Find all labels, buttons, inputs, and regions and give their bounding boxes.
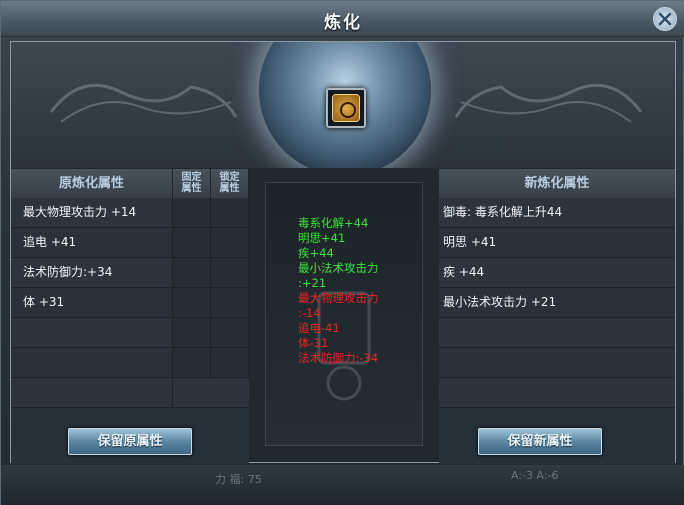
- preview-gain-line: :+21: [298, 276, 327, 290]
- table-row: 明思 +41: [439, 228, 675, 258]
- attribute-cell: [11, 318, 173, 347]
- lock-checkbox[interactable]: [211, 318, 249, 347]
- original-attributes-header: 原炼化属性: [11, 169, 173, 198]
- preview-gain-line: 毒系化解+44: [298, 216, 369, 230]
- preview-loss-line: 法术防御力:-34: [298, 351, 379, 365]
- equipment-item-icon[interactable]: [332, 94, 360, 122]
- fixed-header-line2: 属性: [181, 183, 202, 194]
- original-rows: 最大物理攻击力 +14 追电 +41 法术防御力:+34 体 +31: [11, 198, 249, 464]
- preview-loss-line: 追电-41: [298, 321, 340, 335]
- table-row: 最大物理攻击力 +14: [11, 198, 249, 228]
- background-hint-text: 力 福: 75: [215, 473, 262, 486]
- attribute-cell: 追电 +41: [11, 228, 173, 257]
- keep-original-button[interactable]: 保留原属性: [68, 428, 192, 455]
- table-row: 御毒: 毒系化解上升44: [439, 198, 675, 228]
- window-title: 炼化: [324, 13, 362, 33]
- preview-gain-line: 疾+44: [298, 246, 334, 260]
- close-icon: [658, 12, 672, 26]
- attribute-cell: [11, 378, 173, 407]
- table-row: [11, 348, 249, 378]
- title-bar: 炼化: [1, 1, 684, 37]
- preview-loss-line: 最大物理攻击力: [298, 291, 379, 305]
- fixed-checkbox[interactable]: [173, 258, 211, 287]
- table-row: 法术防御力:+34: [11, 258, 249, 288]
- preview-lines: 毒系化解+44 明思+41 疾+44 最小法术攻击力 :+21 最大物理攻击力 …: [298, 216, 379, 366]
- table-row: 最小法术攻击力 +21: [439, 288, 675, 318]
- lock-checkbox[interactable]: [211, 198, 249, 227]
- fixed-attribute-header: 固定 属性: [173, 169, 211, 198]
- item-slot[interactable]: [326, 88, 366, 128]
- attribute-cell: 体 +31: [11, 288, 173, 317]
- cloud-ornament-icon: [454, 83, 643, 123]
- original-attributes-table: 原炼化属性 固定 属性 锁定 属性 最大物理攻击力 +14 追电 +41 法术防…: [11, 169, 249, 464]
- fixed-checkbox[interactable]: [173, 318, 211, 347]
- lock-checkbox[interactable]: [211, 348, 249, 377]
- content-frame: 原炼化属性 固定 属性 锁定 属性 最大物理攻击力 +14 追电 +41 法术防…: [10, 41, 676, 464]
- preview-gain-line: 明思+41: [298, 231, 346, 245]
- refine-window: 炼化 原炼化属性 固定 属性 锁定 属性 最大物理攻击力 +14 追电 +41 …: [0, 0, 684, 505]
- fixed-checkbox[interactable]: [173, 228, 211, 257]
- preview-gain-line: 最小法术攻击力: [298, 261, 379, 275]
- table-row: [439, 378, 675, 408]
- close-button[interactable]: [653, 7, 677, 31]
- table-row: [11, 318, 249, 348]
- attribute-cell: [11, 348, 173, 377]
- fixed-header-line1: 固定: [181, 172, 202, 183]
- fixed-checkbox[interactable]: [173, 288, 211, 317]
- preview-loss-line: :-14: [298, 306, 321, 320]
- fixed-checkbox[interactable]: [173, 198, 211, 227]
- new-attributes-header: 新炼化属性: [439, 169, 675, 198]
- background-hint-text: A:-3 A:-6: [511, 469, 559, 482]
- refine-preview-panel: 毒系化解+44 明思+41 疾+44 最小法术攻击力 :+21 最大物理攻击力 …: [265, 182, 423, 446]
- lock-attribute-header: 锁定 属性: [211, 169, 249, 198]
- new-rows: 御毒: 毒系化解上升44 明思 +41 疾 +44 最小法术攻击力 +21: [439, 198, 675, 464]
- table-row: [11, 378, 249, 408]
- table-row: 追电 +41: [11, 228, 249, 258]
- preview-loss-line: 体-31: [298, 336, 329, 350]
- cloud-ornament-icon: [49, 83, 238, 123]
- lock-checkbox[interactable]: [211, 228, 249, 257]
- lock-header-line2: 属性: [219, 183, 240, 194]
- table-row: [439, 318, 675, 348]
- table-row: 体 +31: [11, 288, 249, 318]
- attribute-cell: 法术防御力:+34: [11, 258, 173, 287]
- lock-checkbox[interactable]: [211, 288, 249, 317]
- table-row: [439, 348, 675, 378]
- banner: [11, 42, 675, 168]
- new-attributes-table: 新炼化属性 御毒: 毒系化解上升44 明思 +41 疾 +44 最小法术攻击力 …: [439, 169, 675, 464]
- attribute-cell: 最大物理攻击力 +14: [11, 198, 173, 227]
- background-ui-strip: 力 福: 75 A:-3 A:-6: [1, 465, 684, 505]
- fixed-checkbox[interactable]: [173, 348, 211, 377]
- lock-checkbox[interactable]: [211, 258, 249, 287]
- lock-header-line1: 锁定: [219, 172, 240, 183]
- keep-new-button[interactable]: 保留新属性: [478, 428, 602, 455]
- table-row: 疾 +44: [439, 258, 675, 288]
